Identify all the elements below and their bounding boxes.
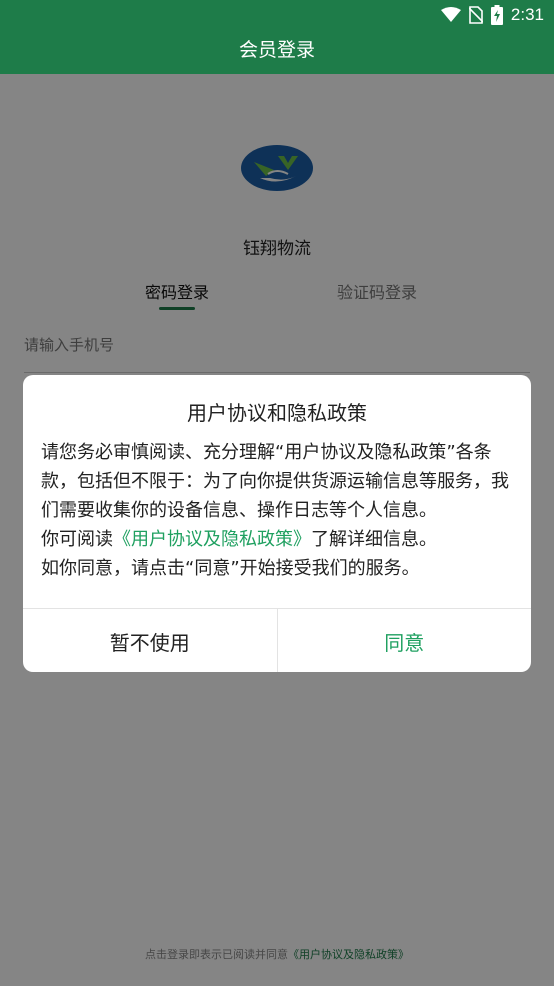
status-time: 2:31 bbox=[510, 5, 544, 24]
app-bar: 会员登录 bbox=[0, 30, 554, 74]
battery-charging-icon bbox=[490, 5, 503, 25]
dialog-buttons: 暂不使用 同意 bbox=[23, 608, 531, 672]
dialog-body: 请您务必审慎阅读、充分理解“用户协议及隐私政策”各条款，包括但不限于：为了向你提… bbox=[41, 438, 515, 583]
dialog-paragraph-2: 你可阅读《用户协议及隐私政策》了解详细信息。 bbox=[41, 525, 515, 554]
dialog-paragraph-3: 如你同意，请点击“同意”开始接受我们的服务。 bbox=[41, 558, 420, 579]
decline-button[interactable]: 暂不使用 bbox=[23, 609, 278, 672]
dialog-agreement-link[interactable]: 《用户协议及隐私政策》 bbox=[113, 529, 311, 550]
dialog-p2-suffix: 了解详细信息。 bbox=[311, 529, 437, 550]
dialog-p2-prefix: 你可阅读 bbox=[41, 529, 113, 550]
agree-button[interactable]: 同意 bbox=[278, 609, 532, 672]
status-bar: 2:31 bbox=[0, 0, 554, 30]
status-icons: 2:31 bbox=[440, 4, 544, 26]
no-sim-icon bbox=[468, 6, 483, 24]
dialog-paragraph-1: 请您务必审慎阅读、充分理解“用户协议及隐私政策”各条款，包括但不限于：为了向你提… bbox=[41, 442, 509, 521]
dialog-title: 用户协议和隐私政策 bbox=[187, 401, 367, 425]
wifi-icon bbox=[440, 7, 461, 22]
privacy-dialog: 用户协议和隐私政策 请您务必审慎阅读、充分理解“用户协议及隐私政策”各条款，包括… bbox=[23, 375, 531, 672]
page-title: 会员登录 bbox=[238, 39, 315, 61]
